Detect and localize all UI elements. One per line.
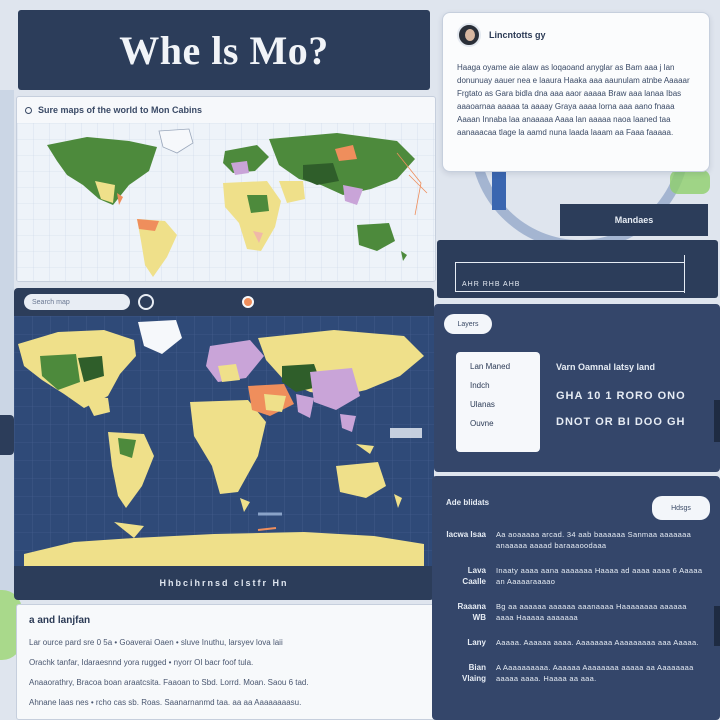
legend-info-line: GHA 10 1 RORO ONO [556, 390, 686, 402]
stats-divider [683, 255, 685, 293]
title-panel: Whe ls Mo? [18, 10, 430, 90]
details-row-text: Aaaaa. Aaaaaa aaaa. Aaaaaaaa Aaaaaaaaa a… [496, 638, 699, 647]
side-tab[interactable] [0, 415, 14, 455]
location-pin-icon[interactable] [242, 296, 254, 308]
legend-info-title: Varn Oamnal latsy land [556, 362, 656, 372]
legend-item[interactable]: Ulanas [470, 400, 540, 409]
details-row-label: Lava Caalle [462, 566, 486, 586]
details-row: Bian Vlaing A Aaaaaaaaaa. Aaaaaa Aaaaaaa… [446, 662, 706, 684]
legend-item[interactable]: Ouvne [470, 419, 540, 428]
details-row: Raaana WB Bg aa aaaaaa aaaaaa aaanaaaa H… [446, 601, 706, 623]
details-row-label: Lany [467, 638, 486, 647]
info-paragraph: Ahnane laas nes • rcho cas sb. Roas. Saa… [29, 698, 302, 707]
decorative-shape [670, 170, 710, 194]
details-row-text: Inaaty aaaa aana aaaaaaa Haaaa ad aaaa a… [496, 566, 703, 586]
legend-info-line: DNOT OR BI DOO GH [556, 416, 686, 428]
toggle-button[interactable] [138, 294, 154, 310]
details-row-label: Bian Vlaing [461, 663, 486, 683]
map-scale-bar: Hhbcihrnsd clstfr Hn [159, 578, 289, 588]
legend-card: Lan Maned Indch Ulanas Ouvne [456, 352, 540, 452]
avatar[interactable] [457, 23, 481, 47]
scrollbar[interactable] [714, 400, 720, 442]
main-world-map[interactable] [14, 316, 434, 566]
map-search-input[interactable]: Search map [24, 294, 130, 310]
chat-author: Lincntotts gy [489, 30, 546, 40]
info-paragraph: Anaaorathry, Bracoa boan araatcsita. Faa… [29, 678, 309, 687]
top-map-header-text: Sure maps of the world to Mon Cabins [38, 105, 203, 115]
legend-item[interactable]: Lan Maned [470, 362, 540, 371]
chat-body: Haaga oyame aie alaw as loqaoand anyglar… [457, 63, 690, 137]
top-map-header: Sure maps of the world to Mon Cabins [17, 97, 435, 123]
info-panel: a and lanjfan Lar ource pard sre 0 5a • … [16, 604, 440, 720]
info-title: a and lanjfan [29, 615, 91, 626]
details-row-text: A Aaaaaaaaaa. Aaaaaa Aaaaaaaa aaaaa aa A… [496, 663, 694, 683]
details-panel: Ade blidats Hdsgs Iacwa Isaa Aa aoaaaaa … [432, 476, 720, 720]
main-map-toolbar: Search map [14, 288, 434, 316]
stats-frame: AHR RHB AHB [455, 255, 685, 293]
legend-info: Varn Oamnal latsy land GHA 10 1 RORO ONO… [556, 362, 716, 442]
details-row: Iacwa Isaa Aa aoaaaaa arcad. 34 aab baaa… [446, 529, 706, 551]
chat-header: Lincntotts gy [457, 23, 695, 47]
page-title: Whe ls Mo? [119, 27, 329, 73]
stats-label: AHR RHB AHB [462, 281, 521, 288]
legend-panel: Layers Lan Maned Indch Ulanas Ouvne Varn… [434, 304, 720, 472]
globe-icon [25, 106, 32, 114]
top-world-map[interactable] [17, 123, 436, 282]
background-strip [0, 90, 14, 610]
view-label[interactable]: Mandaes [560, 204, 708, 236]
details-row: Lany Aaaaa. Aaaaaa aaaa. Aaaaaaaa Aaaaaa… [446, 637, 706, 648]
scrollbar[interactable] [714, 606, 720, 646]
details-row: Lava Caalle Inaaty aaaa aana aaaaaaa Haa… [446, 565, 706, 587]
details-row-text: Bg aa aaaaaa aaaaaa aaanaaaa Haaaaaaaa a… [496, 602, 687, 622]
stats-panel: AHR RHB AHB [437, 240, 718, 298]
details-row-label: Iacwa Isaa [446, 530, 486, 539]
details-row-label: Raaana WB [457, 602, 486, 622]
info-paragraph: Lar ource pard sre 0 5a • Goaverai Oaen … [29, 638, 283, 647]
decorative-bar [492, 172, 506, 210]
layers-chip[interactable]: Layers [444, 314, 492, 334]
details-button[interactable]: Hdsgs [652, 496, 710, 520]
legend-item[interactable]: Indch [470, 381, 540, 390]
main-map-panel[interactable]: Search map Hhbcihrnsd clstfr Hn [14, 288, 434, 600]
chat-message: Lincntotts gy Haaga oyame aie alaw as lo… [442, 12, 710, 172]
top-map-panel[interactable]: Sure maps of the world to Mon Cabins [16, 96, 436, 282]
details-row-text: Aa aoaaaaa arcad. 34 aab baaaaaa Sanmaa … [496, 530, 692, 550]
info-paragraph: Orachk tanfar, Idaraesnnd yora rugged • … [29, 658, 254, 667]
